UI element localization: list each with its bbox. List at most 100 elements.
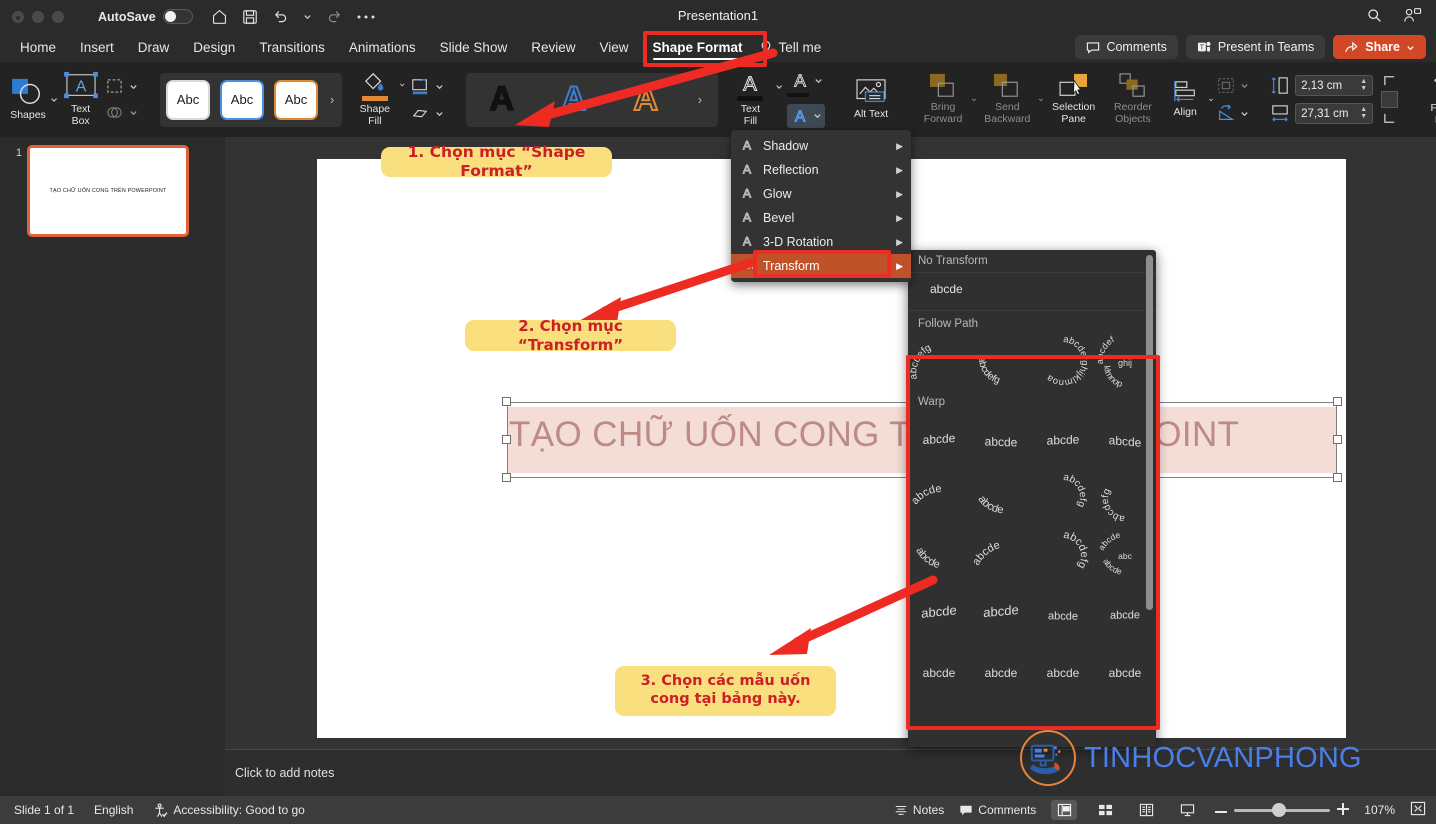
shape-style-2[interactable]: Abc bbox=[220, 79, 264, 120]
shape-outline-icon[interactable] bbox=[410, 78, 430, 96]
undo-icon[interactable] bbox=[272, 8, 289, 25]
tab-shape-format[interactable]: Shape Format bbox=[641, 36, 755, 60]
warp-option-14[interactable]: abcde bbox=[970, 585, 1032, 643]
warp-option-18[interactable]: abcde bbox=[970, 643, 1032, 701]
tab-transitions[interactable]: Transitions bbox=[247, 36, 337, 59]
comments-button[interactable]: Comments bbox=[1075, 35, 1178, 59]
transform-option-arch-up[interactable]: abcdefg bbox=[908, 333, 970, 391]
tab-design[interactable]: Design bbox=[181, 36, 247, 59]
tab-draw[interactable]: Draw bbox=[126, 36, 182, 59]
zoom-track[interactable] bbox=[1234, 803, 1331, 817]
selection-pane-button[interactable]: Selection Pane bbox=[1046, 71, 1102, 128]
tab-slide-show[interactable]: Slide Show bbox=[428, 36, 520, 59]
undo-dropdown-icon[interactable] bbox=[303, 12, 312, 21]
transform-gallery-panel[interactable]: No Transform abcde Follow Path abcdefg a… bbox=[908, 250, 1156, 747]
slide-thumbnail[interactable]: TẠO CHỮ UỐN CONG TRÊN POWERPOINT bbox=[27, 145, 189, 237]
tab-home[interactable]: Home bbox=[8, 36, 68, 59]
text-fill-button[interactable]: A Text Fill bbox=[730, 70, 771, 130]
warp-option-10[interactable]: abcde bbox=[970, 527, 1032, 585]
status-comments-button[interactable]: Comments bbox=[959, 803, 1036, 817]
group-dropdown-icon[interactable] bbox=[1240, 81, 1249, 90]
wordart-style-1[interactable]: A bbox=[480, 78, 524, 122]
menu-item-bevel[interactable]: A Bevel ▶ bbox=[731, 206, 911, 230]
shape-styles-gallery[interactable]: Abc Abc Abc › bbox=[160, 72, 343, 127]
tab-insert[interactable]: Insert bbox=[68, 36, 126, 59]
redo-icon[interactable] bbox=[326, 8, 343, 25]
merge-shapes-dropdown-icon[interactable] bbox=[129, 108, 138, 117]
menu-item-reflection[interactable]: A Reflection ▶ bbox=[731, 158, 911, 182]
shape-styles-more-icon[interactable]: › bbox=[328, 92, 336, 107]
warp-option-20[interactable]: abcde bbox=[1094, 643, 1156, 701]
resize-handle-e[interactable] bbox=[1333, 435, 1342, 444]
tab-animations[interactable]: Animations bbox=[337, 36, 428, 59]
language-label[interactable]: English bbox=[94, 803, 133, 817]
tab-review[interactable]: Review bbox=[519, 36, 587, 59]
warp-option-17[interactable]: abcde bbox=[908, 643, 970, 701]
text-effects-menu[interactable]: A Shadow ▶ A Reflection ▶ A Glow ▶ A Bev… bbox=[731, 130, 911, 282]
warp-option-2[interactable]: abcde bbox=[970, 411, 1032, 469]
more-commands-icon[interactable] bbox=[357, 14, 375, 20]
wordart-style-3[interactable]: A bbox=[624, 78, 668, 122]
view-slide-sorter-button[interactable] bbox=[1092, 800, 1118, 820]
shape-width-field[interactable]: 27,31 cm ▲ ▼ bbox=[1295, 103, 1374, 124]
reorder-objects-button[interactable]: Reorder Objects bbox=[1104, 71, 1163, 128]
autosave-toggle[interactable]: AutoSave bbox=[98, 9, 193, 24]
warp-option-6[interactable]: abcde bbox=[970, 469, 1032, 527]
wordart-styles-more-icon[interactable]: › bbox=[696, 92, 704, 107]
shape-height-field[interactable]: 2,13 cm ▲ ▼ bbox=[1295, 75, 1374, 96]
text-box-button[interactable]: A Text Box bbox=[58, 62, 103, 137]
save-icon[interactable] bbox=[242, 9, 258, 25]
warp-option-19[interactable]: abcde bbox=[1032, 643, 1094, 701]
gallery-scrollbar[interactable] bbox=[1146, 255, 1153, 610]
shape-effects-icon[interactable] bbox=[410, 106, 430, 122]
notes-button[interactable]: Notes bbox=[894, 803, 944, 817]
warp-option-11[interactable]: abcdefg bbox=[1032, 527, 1094, 585]
lock-aspect-box[interactable] bbox=[1381, 91, 1399, 108]
window-controls[interactable] bbox=[12, 10, 64, 23]
warp-option-15[interactable]: abcde bbox=[1032, 585, 1094, 643]
share-button[interactable]: Share bbox=[1333, 35, 1426, 59]
warp-option-3[interactable]: abcde bbox=[1032, 411, 1094, 469]
text-fill-dropdown-icon[interactable] bbox=[775, 82, 783, 91]
shape-effects-dropdown-icon[interactable] bbox=[435, 109, 444, 118]
resize-handle-ne[interactable] bbox=[1333, 397, 1342, 406]
shape-style-1[interactable]: Abc bbox=[166, 79, 210, 120]
maximize-window-icon[interactable] bbox=[52, 10, 64, 23]
edit-shape-dropdown-icon[interactable] bbox=[129, 82, 138, 91]
warp-option-13[interactable]: abcde bbox=[908, 585, 970, 643]
account-icon[interactable] bbox=[1403, 7, 1422, 29]
align-dropdown-icon[interactable] bbox=[1208, 95, 1214, 104]
slide-thumbnail-row[interactable]: 1 TẠO CHỮ UỐN CONG TRÊN POWERPOINT bbox=[0, 137, 225, 245]
wordart-style-2[interactable]: A bbox=[552, 78, 596, 122]
shapes-button[interactable]: Shapes bbox=[6, 62, 50, 137]
minimize-window-icon[interactable] bbox=[32, 10, 44, 23]
group-objects-icon[interactable] bbox=[1216, 76, 1236, 95]
resize-handle-nw[interactable] bbox=[502, 397, 511, 406]
send-backward-button[interactable]: Send Backward bbox=[979, 71, 1036, 128]
zoom-in-button[interactable] bbox=[1337, 802, 1350, 818]
close-window-icon[interactable] bbox=[12, 10, 24, 23]
shape-width-stepper[interactable]: ▲ ▼ bbox=[1360, 106, 1367, 120]
home-icon[interactable] bbox=[211, 8, 228, 25]
menu-item-glow[interactable]: A Glow ▶ bbox=[731, 182, 911, 206]
text-effects-button[interactable]: A bbox=[787, 103, 826, 128]
text-outline-dropdown-icon[interactable] bbox=[814, 76, 823, 85]
view-reading-button[interactable] bbox=[1133, 800, 1159, 820]
view-normal-button[interactable] bbox=[1051, 800, 1078, 820]
rotate-dropdown-icon[interactable] bbox=[1240, 109, 1249, 118]
transform-option-arch-down[interactable]: abcdefg bbox=[970, 333, 1032, 391]
transform-option-circle[interactable]: abcdefghijklmnoa bbox=[1032, 333, 1094, 391]
wordart-styles-gallery[interactable]: A A A › bbox=[465, 72, 719, 127]
tab-view[interactable]: View bbox=[587, 36, 640, 59]
tell-me-box[interactable]: Tell me bbox=[759, 40, 821, 55]
zoom-level-label[interactable]: 107% bbox=[1364, 803, 1395, 817]
present-in-teams-button[interactable]: T Present in Teams bbox=[1185, 35, 1326, 59]
menu-item-transform[interactable]: abc Transform ▶ bbox=[731, 254, 911, 278]
shape-fill-dropdown-icon[interactable] bbox=[399, 80, 405, 89]
transform-option-none[interactable]: abcde bbox=[908, 275, 1156, 308]
rotate-objects-icon[interactable] bbox=[1216, 104, 1236, 123]
zoom-slider[interactable] bbox=[1215, 802, 1350, 818]
bring-forward-dropdown-icon[interactable] bbox=[971, 95, 977, 104]
fit-slide-button[interactable] bbox=[1410, 801, 1426, 819]
autosave-switch[interactable] bbox=[162, 9, 193, 24]
